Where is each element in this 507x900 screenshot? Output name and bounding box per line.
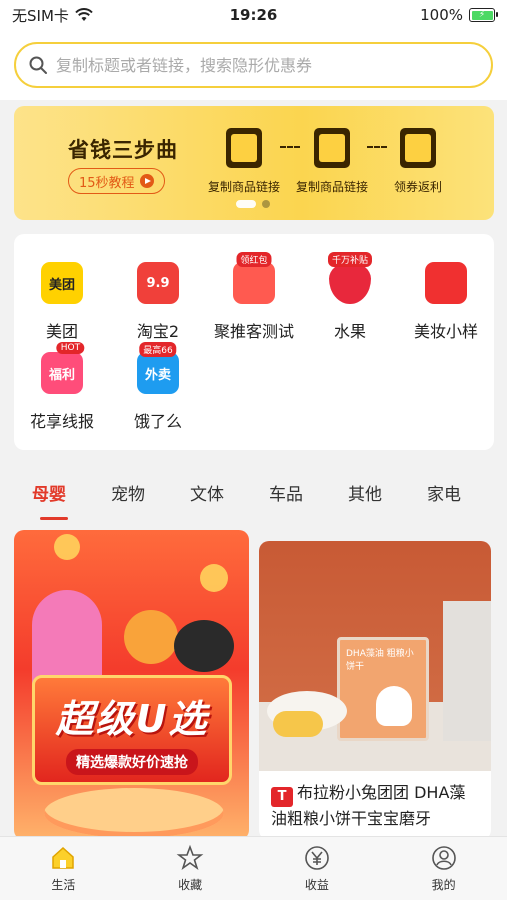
category-tabs: 母婴 宠物 文体 车品 其他 家电 [0,462,507,522]
promo-title: 超级U选 [55,697,209,741]
step-claim-coupon: 领券返利 [376,128,460,195]
carrier-text: 无SIM卡 [12,6,69,25]
category-meituan[interactable]: 美团 美团 [14,262,110,342]
stage-decor [44,788,224,838]
fish-icon: 领红包 [233,252,275,304]
category-label: 饿了么 [133,412,182,431]
promo-sign: 超级U选 精选爆款好价速抢 [32,675,232,785]
category-beauty-samples[interactable]: 美妆小样 [398,262,494,342]
tab-other[interactable]: 其他 [330,462,409,522]
step-label: 复制商品链接 [207,180,280,194]
bunny-illustration [376,686,412,726]
tab-car[interactable]: 车品 [251,462,330,522]
tmall-badge-icon: T [271,787,293,807]
nav-life[interactable]: 生活 [0,837,127,900]
step-label: 领券返利 [393,180,442,194]
category-label: 淘宝2 [136,322,180,341]
mascot-illustration [124,610,178,664]
nav-profile[interactable]: 我的 [380,837,507,900]
battery-icon: ⚡ [469,8,498,22]
step-copy-link-2: 复制商品链接 [290,128,374,195]
stairs-decor [443,601,491,741]
category-grid: 美团 美团 9.9 淘宝2 领红包 聚推客测试 千万补贴 水果 美妆小样 福利 … [14,234,494,450]
gift-heart-icon: 千万补贴 [327,252,373,304]
ticket-icon [400,128,436,168]
product-card-biscuit[interactable]: DHA藻油 粗粮小饼干 T 布拉粉小兔团团 DHA藻油粗粮小饼干宝宝磨牙 [259,541,491,840]
shopping-bag-icon: 福利 HOT [41,342,85,394]
tab-maternal[interactable]: 母婴 [14,462,93,522]
category-label: 水果 [333,322,366,341]
takeout-bag-icon: 外卖 最高66 [137,342,179,394]
product-title: T 布拉粉小兔团团 DHA藻油粗粮小饼干宝宝磨牙 [271,783,466,828]
product-box: DHA藻油 粗粮小饼干 [337,637,429,741]
decor-coin [200,564,228,592]
search-input[interactable] [56,55,479,75]
category-label: 美妆小样 [413,322,478,341]
nav-favorites[interactable]: 收藏 [127,837,254,900]
clock: 19:26 [229,6,278,24]
wifi-icon [75,8,93,21]
play-icon [139,174,154,188]
category-huaxiang[interactable]: 福利 HOT 花享线报 [14,342,110,432]
star-icon [176,844,204,871]
yen-icon [305,846,329,870]
tab-pets[interactable]: 宠物 [93,462,172,522]
status-bar: 无SIM卡 19:26 100% ⚡ [0,0,507,30]
search-bar[interactable] [14,42,493,88]
category-label: 美团 [45,322,78,341]
product-image: DHA藻油 粗粮小饼干 [259,541,491,771]
category-taobao2[interactable]: 9.9 淘宝2 [110,262,206,342]
tutorial-button[interactable]: 15秒教程 [68,168,165,194]
category-eleme[interactable]: 外卖 最高66 饿了么 [110,342,206,432]
tutorial-label: 15秒教程 [79,175,135,191]
indicator-dot [262,200,270,208]
category-label: 花享线报 [29,412,94,431]
user-icon [431,846,456,870]
bottom-nav: 生活 收藏 收益 我的 [0,836,507,900]
corn-decor [273,711,323,737]
home-icon [52,846,75,869]
nav-earnings[interactable]: 收益 [254,837,381,900]
category-jutuike-test[interactable]: 领红包 聚推客测试 [206,252,302,342]
search-icon [29,56,47,74]
category-fruit[interactable]: 千万补贴 水果 [302,252,398,342]
folder-icon [314,128,350,168]
step-label: 复制商品链接 [295,180,368,194]
indicator-dot-active [236,200,256,208]
search-area [0,30,507,100]
banner-title: 省钱三步曲 [68,138,178,162]
banner-page-indicator [236,200,276,208]
taobao-icon: 9.9 [137,262,179,304]
tab-appliances[interactable]: 家电 [409,462,488,522]
meituan-icon: 美团 [41,262,83,304]
product-card-super-u[interactable]: 超级U选 精选爆款好价速抢 [14,530,249,840]
red-envelope-icon [425,262,467,304]
decor-coin [54,534,80,560]
battery-percent: 100% [420,6,463,24]
tmall-cat-illustration [174,620,234,672]
step-copy-link: 复制商品链接 [202,128,286,195]
hand-pointer-icon [226,128,262,168]
promo-subtitle: 精选爆款好价速抢 [66,749,198,775]
tab-sports[interactable]: 文体 [172,462,251,522]
category-label: 聚推客测试 [213,322,294,341]
